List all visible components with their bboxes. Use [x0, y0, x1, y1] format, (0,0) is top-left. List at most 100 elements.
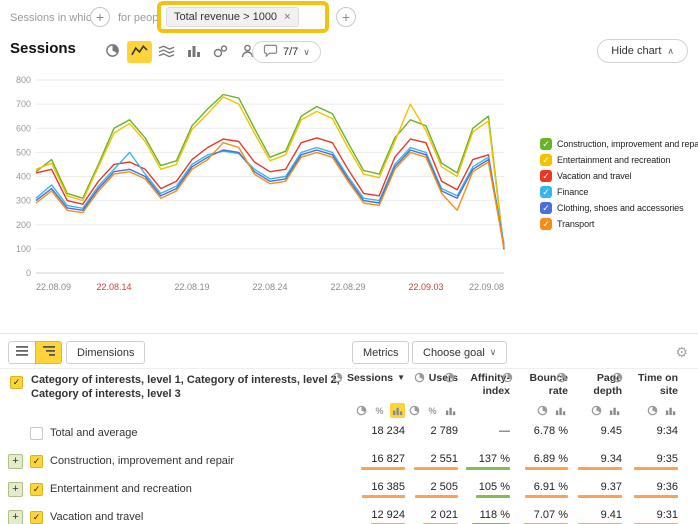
row-label[interactable]: Vacation and travel	[50, 511, 143, 523]
percent-toggle-icon[interactable]: %	[372, 403, 387, 418]
metric-value: 9:36	[598, 481, 678, 493]
table-row[interactable]: +✓Construction, improvement and repair16…	[0, 448, 698, 477]
svg-text:22.08.24: 22.08.24	[252, 282, 287, 292]
filter-chip-total-revenue[interactable]: Total revenue > 1000 ×	[166, 7, 299, 27]
section-divider	[0, 333, 698, 334]
metric-cell: 9:35	[598, 453, 678, 470]
row-checkbox[interactable]: ✓	[30, 483, 43, 496]
expand-row-button[interactable]: +	[8, 510, 23, 524]
svg-text:500: 500	[16, 147, 31, 157]
pie-toggle-icon[interactable]	[589, 403, 604, 418]
legend-item[interactable]: ✓ Vacation and travel	[540, 170, 698, 182]
row-label[interactable]: Construction, improvement and repair	[50, 455, 234, 467]
column-chart-icon	[187, 44, 201, 61]
line-chart-icon	[131, 44, 148, 61]
metric-selector-icon[interactable]	[444, 372, 455, 386]
hide-chart-label: Hide chart	[611, 45, 661, 57]
tree-view-button[interactable]	[35, 341, 62, 364]
column-header-time-on-site[interactable]: Time on site	[612, 372, 678, 397]
row-checkbox[interactable]: ✓	[30, 455, 43, 468]
svg-text:22.08.29: 22.08.29	[330, 282, 365, 292]
svg-text:22.08.19: 22.08.19	[174, 282, 209, 292]
dimension-group-header[interactable]: Category of interests, level 1, Category…	[31, 373, 349, 402]
table-row[interactable]: +✓Vacation and travel12 9242 021118 %7.0…	[0, 504, 698, 524]
stacked-lines-chart-button[interactable]	[154, 41, 179, 63]
svg-text:300: 300	[16, 196, 31, 206]
legend-item[interactable]: ✓ Finance	[540, 186, 698, 198]
svg-text:400: 400	[16, 172, 31, 182]
row-checkbox[interactable]	[30, 427, 43, 440]
pie-chart-icon	[105, 43, 120, 61]
bar-toggle-icon[interactable]	[607, 403, 622, 418]
expand-row-button[interactable]: +	[8, 482, 23, 497]
list-view-button[interactable]	[8, 341, 35, 364]
bar-toggle-icon[interactable]	[553, 403, 568, 418]
chart-legend: ✓Construction, improvement and repair ✓En…	[540, 138, 698, 234]
metric-selector-icon[interactable]	[612, 372, 623, 386]
hide-chart-button[interactable]: Hide chart ∧	[597, 39, 688, 63]
svg-text:100: 100	[16, 244, 31, 254]
remove-filter-icon[interactable]: ×	[284, 11, 290, 23]
dimensions-button[interactable]: Dimensions	[66, 341, 145, 364]
svg-text:22.09.03: 22.09.03	[408, 282, 443, 292]
metrics-button[interactable]: Metrics	[352, 341, 409, 364]
choose-goal-button[interactable]: Choose goal ∨	[412, 341, 507, 364]
expand-row-button[interactable]: +	[8, 454, 23, 469]
row-label[interactable]: Total and average	[50, 427, 137, 439]
series-line	[36, 143, 504, 248]
comment-bubble-icon	[263, 44, 278, 60]
metric-selector-icon[interactable]	[414, 372, 425, 386]
chevron-up-icon: ∧	[667, 46, 674, 57]
metric-selector-icon[interactable]	[502, 372, 513, 386]
check-icon: ✓	[13, 377, 21, 388]
segments-ratio-button[interactable]: 7/7 ∨	[252, 41, 321, 63]
metric-cell: 9:34	[598, 425, 678, 437]
series-label: Finance	[557, 187, 588, 197]
pie-toggle-icon[interactable]	[407, 403, 422, 418]
bubble-chart-button[interactable]	[208, 41, 233, 63]
series-label: Clothing, shoes and accessories	[557, 203, 683, 213]
bar-toggle-icon[interactable]	[390, 403, 405, 418]
add-people-filter-button[interactable]: +	[336, 7, 356, 27]
series-checkbox[interactable]: ✓	[540, 154, 552, 166]
line-chart-button[interactable]	[127, 41, 152, 63]
metric-value: 9:31	[598, 509, 678, 521]
analytics-dashboard: Sessions in which + for people with Tota…	[0, 0, 698, 524]
column-label: Sessions	[347, 372, 393, 385]
metric-selector-icon[interactable]	[556, 372, 567, 386]
column-header-affinity-index[interactable]: Affinity-index	[444, 372, 510, 397]
series-checkbox[interactable]: ✓	[540, 218, 552, 230]
add-session-filter-button[interactable]: +	[90, 7, 110, 27]
column-chart-button[interactable]	[181, 41, 206, 63]
total-row[interactable]: Total and average18 2342 789—6.78 %9.459…	[0, 420, 698, 449]
series-label: Vacation and travel	[557, 171, 631, 181]
select-all-checkbox[interactable]: ✓	[10, 376, 23, 389]
svg-text:800: 800	[16, 75, 31, 85]
metric-mini-bar	[634, 495, 678, 498]
legend-item[interactable]: ✓Transport	[540, 218, 698, 230]
pie-chart-button[interactable]	[100, 41, 125, 63]
table-row[interactable]: +✓Entertainment and recreation16 3852 50…	[0, 476, 698, 505]
row-checkbox[interactable]: ✓	[30, 511, 43, 524]
metric-toggle-group	[589, 403, 622, 418]
legend-item[interactable]: ✓Construction, improvement and repair	[540, 138, 698, 150]
svg-text:22.08.09: 22.08.09	[36, 282, 71, 292]
series-checkbox[interactable]: ✓	[540, 186, 552, 198]
pie-toggle-icon[interactable]	[354, 403, 369, 418]
metric-cell: 9:31	[598, 509, 678, 524]
percent-toggle-icon[interactable]: %	[425, 403, 440, 418]
legend-item[interactable]: ✓ Clothing, shoes and accessories	[540, 202, 698, 214]
row-label[interactable]: Entertainment and recreation	[50, 483, 192, 495]
series-checkbox[interactable]: ✓	[540, 170, 552, 182]
pie-toggle-icon[interactable]	[645, 403, 660, 418]
filter-sessions-label: Sessions in which	[10, 12, 97, 24]
series-checkbox[interactable]: ✓	[540, 202, 552, 214]
bar-toggle-icon[interactable]	[663, 403, 678, 418]
metric-selector-icon[interactable]	[332, 372, 343, 386]
series-checkbox[interactable]: ✓	[540, 138, 552, 150]
filter-chip-text: Total revenue > 1000	[174, 11, 277, 23]
pie-toggle-icon[interactable]	[535, 403, 550, 418]
settings-gear-icon[interactable]: ⚙	[675, 344, 688, 361]
legend-item[interactable]: ✓Entertainment and recreation	[540, 154, 698, 166]
bar-toggle-icon[interactable]	[443, 403, 458, 418]
